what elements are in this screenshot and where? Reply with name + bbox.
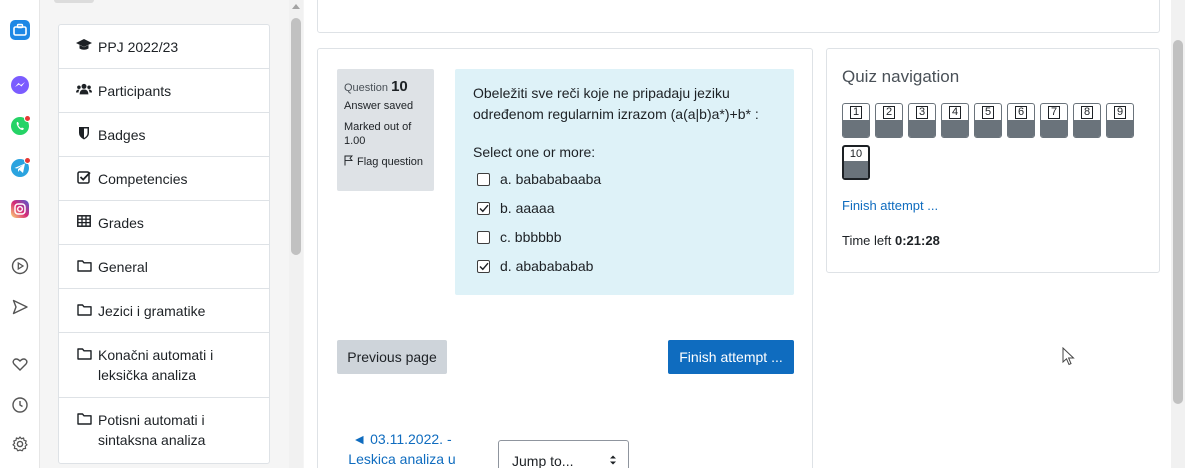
answer-label: d. ababababab — [500, 258, 594, 274]
sort-caret-icon — [609, 453, 617, 468]
drawer-handle — [54, 0, 94, 3]
quiz-navigation-block: Quiz navigation 1 2 3 4 5 6 7 8 9 10 Fin… — [826, 48, 1160, 273]
folder-icon — [76, 410, 92, 426]
question-state: Answer saved — [344, 100, 414, 112]
whatsapp-icon[interactable] — [9, 115, 31, 137]
course-index-item-general[interactable]: General — [59, 245, 269, 289]
course-index-item-ppj[interactable]: PPJ 2022/23 — [59, 25, 269, 69]
settings-icon[interactable] — [9, 433, 31, 455]
users-icon — [76, 81, 92, 97]
folder-icon — [76, 257, 92, 273]
mouse-pointer-icon — [1062, 346, 1075, 371]
time-left: Time left 0:21:28 — [842, 233, 940, 248]
answer-label: b. aaaaa — [500, 200, 555, 216]
course-index-item-jezici[interactable]: Jezici i gramatike — [59, 289, 269, 333]
graduation-cap-icon — [76, 37, 92, 53]
quiz-nav-question-4[interactable]: 4 — [941, 103, 969, 138]
previous-activity-link[interactable]: ◄ 03.11.2022. - Leskica analiza u — [348, 429, 456, 468]
quiz-navigation-title: Quiz navigation — [842, 67, 960, 86]
jump-to-label: Jump to... — [512, 453, 574, 468]
quiz-nav-question-9[interactable]: 9 — [1106, 103, 1134, 138]
answer-checkbox-checked[interactable] — [477, 259, 490, 273]
answer-checkbox-unchecked[interactable] — [477, 172, 490, 186]
course-index-item-badges[interactable]: Badges — [59, 113, 269, 157]
previous-section-card — [317, 0, 1160, 33]
course-index-label: Konačni automati i leksička analiza — [98, 347, 214, 383]
course-index-label: Competencies — [98, 171, 188, 187]
shield-icon — [76, 125, 92, 141]
scroll-up-arrow-icon[interactable] — [292, 4, 300, 9]
course-index-item-grades[interactable]: Grades — [59, 201, 269, 245]
answer-checkbox-unchecked[interactable] — [477, 230, 490, 244]
flag-question-button[interactable]: Flag question — [344, 155, 427, 169]
course-index-label: Badges — [98, 127, 146, 143]
telegram-icon[interactable] — [9, 157, 31, 179]
quiz-nav-question-6[interactable]: 6 — [1007, 103, 1035, 138]
browser-sidebar — [0, 0, 40, 468]
folder-icon — [76, 345, 92, 361]
finish-attempt-link[interactable]: Finish attempt ... — [842, 198, 938, 213]
page-scrollbar-thumb[interactable] — [1173, 40, 1183, 404]
quiz-nav-question-3[interactable]: 3 — [908, 103, 936, 138]
finish-attempt-button[interactable]: Finish attempt ... — [668, 340, 794, 374]
drawer-scrollbar[interactable] — [289, 0, 303, 468]
drawer-scrollbar-thumb[interactable] — [291, 18, 301, 255]
course-index-label: Potisni automati i sintaksna analiza — [98, 412, 206, 448]
answer-label: c. bbbbbb — [500, 229, 562, 245]
page-scrollbar[interactable] — [1171, 0, 1185, 468]
answer-option-d[interactable]: d. ababababab — [473, 256, 776, 276]
checkmark-icon — [479, 262, 489, 270]
jump-to-select[interactable]: Jump to... — [498, 440, 629, 468]
course-index-list: PPJ 2022/23 Participants Badges Competen… — [58, 24, 270, 464]
course-index-item-konacni[interactable]: Konačni automati i leksička analiza — [59, 333, 269, 398]
course-index-label: Participants — [98, 83, 172, 99]
clock-icon[interactable] — [9, 394, 31, 416]
messenger-icon[interactable] — [9, 74, 31, 96]
course-index-label: General — [98, 259, 148, 275]
question-grade: Marked out of 1.00 — [344, 121, 412, 147]
notification-badge — [24, 115, 31, 122]
answer-option-c[interactable]: c. bbbbbb — [473, 227, 776, 247]
course-index-item-participants[interactable]: Participants — [59, 69, 269, 113]
checkbox-icon — [76, 169, 92, 185]
course-index-drawer: PPJ 2022/23 Participants Badges Competen… — [40, 0, 304, 468]
answer-label: a. babababaaba — [500, 171, 602, 187]
folder-icon — [76, 301, 92, 317]
answer-checkbox-checked[interactable] — [477, 201, 490, 215]
briefcase-icon[interactable] — [9, 19, 31, 41]
flag-question-label: Flag question — [357, 156, 424, 168]
question-card: Question 10 Answer saved Marked out of 1… — [317, 48, 813, 468]
previous-page-button[interactable]: Previous page — [337, 340, 447, 374]
main-region: Question 10 Answer saved Marked out of 1… — [304, 0, 1171, 468]
notification-badge — [24, 157, 31, 164]
course-index-label: Jezici i gramatike — [98, 303, 206, 319]
quiz-nav-question-10-current[interactable]: 10 — [842, 145, 870, 180]
quiz-nav-question-2[interactable]: 2 — [875, 103, 903, 138]
course-index-label: Grades — [98, 215, 144, 231]
question-prompt: Select one or more: — [473, 144, 596, 160]
flag-icon — [344, 155, 353, 169]
course-index-label: PPJ 2022/23 — [98, 39, 179, 55]
answer-option-b[interactable]: b. aaaaa — [473, 198, 776, 218]
question-text: Obeležiti sve reči koje ne pripadaju jez… — [473, 85, 759, 122]
quiz-nav-question-5[interactable]: 5 — [974, 103, 1002, 138]
question-content: Obeležiti sve reči koje ne pripadaju jez… — [455, 69, 794, 295]
course-index-item-competencies[interactable]: Competencies — [59, 157, 269, 201]
table-icon — [76, 213, 92, 229]
course-index-item-potisni[interactable]: Potisni automati i sintaksna analiza — [59, 398, 269, 463]
heart-icon[interactable] — [9, 353, 31, 375]
quiz-nav-question-1[interactable]: 1 — [842, 103, 870, 138]
quiz-nav-question-7[interactable]: 7 — [1040, 103, 1068, 138]
quiz-nav-question-8[interactable]: 8 — [1073, 103, 1101, 138]
instagram-icon[interactable] — [9, 198, 31, 220]
send-icon[interactable] — [9, 296, 31, 318]
question-number: Question 10 — [344, 78, 408, 95]
answer-option-a[interactable]: a. babababaaba — [473, 169, 776, 189]
play-circle-icon[interactable] — [9, 255, 31, 277]
checkmark-icon — [479, 204, 489, 212]
question-info: Question 10 Answer saved Marked out of 1… — [337, 69, 434, 191]
